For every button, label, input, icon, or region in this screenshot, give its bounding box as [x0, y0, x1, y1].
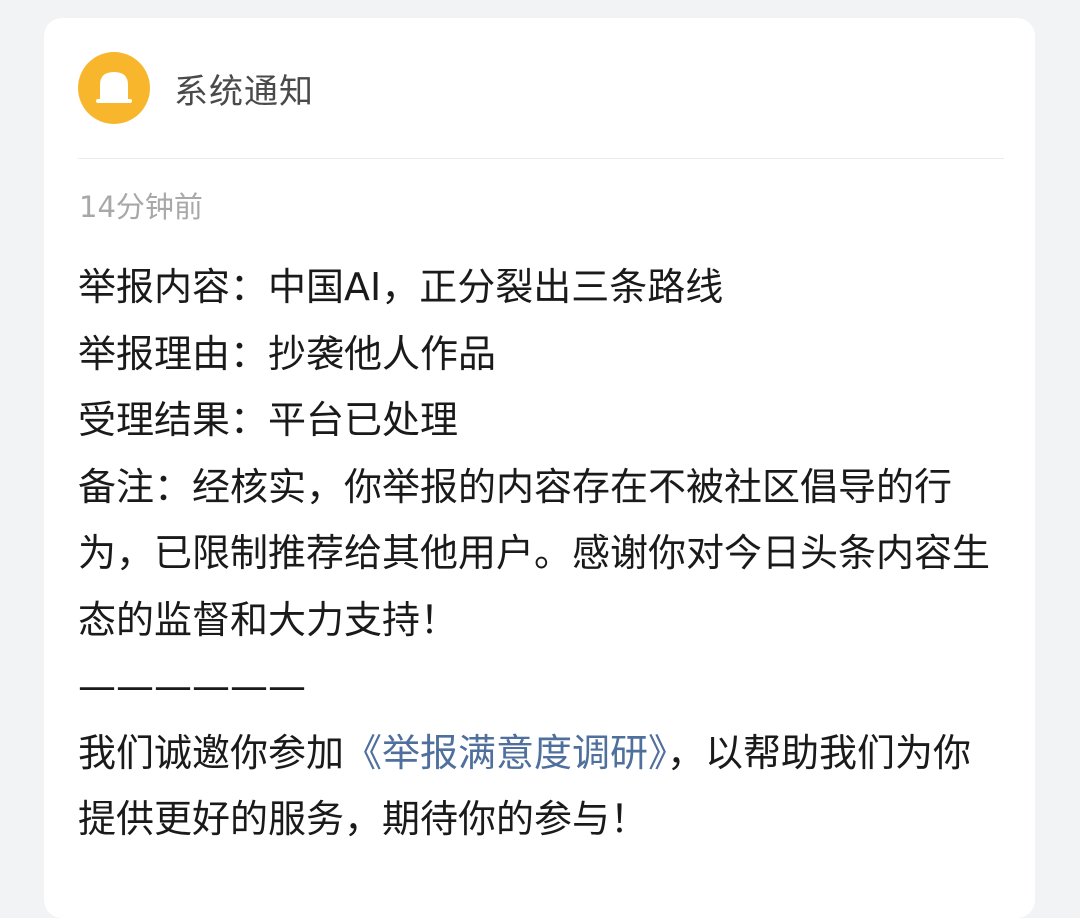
header-title: 系统通知: [174, 71, 314, 112]
timestamp: 14分钟前: [79, 190, 203, 224]
divider: [78, 158, 1004, 159]
report-reason: 举报理由：抄袭他人作品: [78, 331, 497, 376]
report-content: 举报内容：中国AI，正分裂出三条路线: [78, 265, 724, 309]
bell-icon: [96, 72, 132, 103]
report-result: 受理结果：平台已处理: [78, 398, 459, 442]
report-note: 备注：经核实，你举报的内容存在不被社区倡导的行为，已限制推荐给其他用户。感谢你对…: [78, 464, 991, 642]
notification-header: 系统通知: [78, 52, 314, 124]
notification-card: 系统通知 14分钟前 举报内容：中国AI，正分裂出三条路线 举报理由：抄袭他人作…: [44, 18, 1035, 918]
system-avatar: [78, 52, 150, 124]
survey-invitation: 我们诚邀你参加《举报满意度调研》，以帮助我们为你提供更好的服务，期待你的参与！: [78, 720, 1008, 853]
survey-link[interactable]: 《举报满意度调研》: [344, 731, 667, 775]
separator: ——————: [78, 664, 306, 708]
invite-prefix: 我们诚邀你参加: [78, 730, 345, 775]
notification-body: 举报内容：中国AI，正分裂出三条路线 举报理由：抄袭他人作品 受理结果：平台已处…: [78, 254, 1008, 853]
